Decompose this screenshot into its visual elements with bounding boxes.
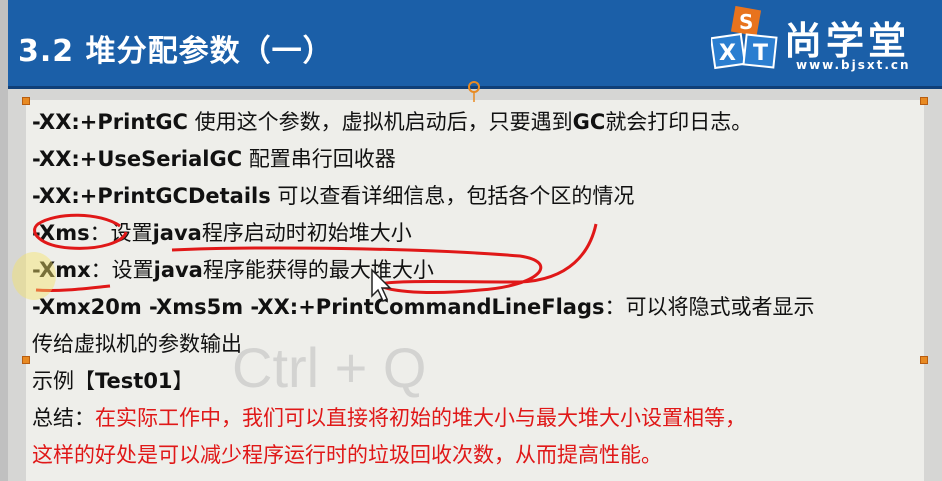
mouse-cursor-icon — [371, 268, 392, 303]
pen-annotations — [12, 213, 598, 300]
annotation-circle-xms — [33, 213, 128, 250]
pointer-highlight — [12, 252, 56, 300]
